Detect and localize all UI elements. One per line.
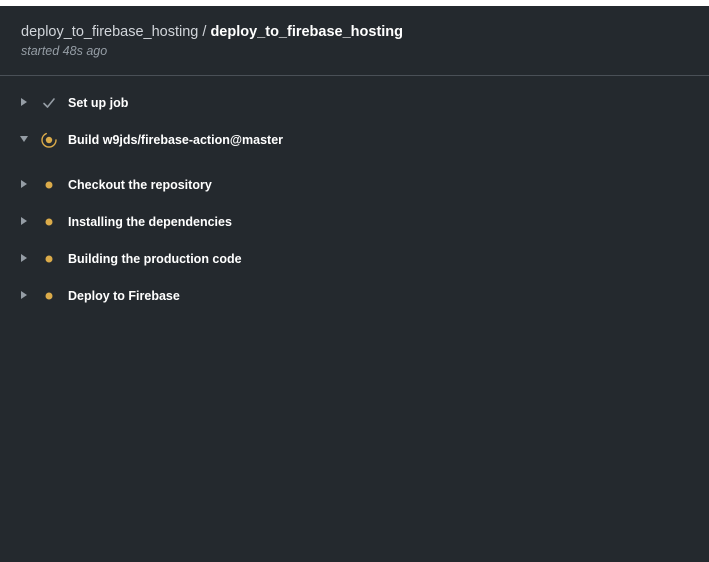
dot-icon bbox=[45, 181, 53, 189]
step-label: Build w9jds/firebase-action@master bbox=[68, 133, 284, 147]
job-log-panel: deploy_to_firebase_hosting / deploy_to_f… bbox=[0, 6, 709, 562]
step-label: Installing the dependencies bbox=[68, 215, 232, 229]
step-build-firebase-action[interactable]: Build w9jds/firebase-action@master bbox=[0, 125, 709, 155]
dot-icon bbox=[45, 218, 53, 226]
job-name: deploy_to_firebase_hosting bbox=[210, 24, 404, 40]
step-label: Set up job bbox=[68, 96, 129, 110]
step-set-up-job[interactable]: Set up job bbox=[0, 88, 709, 118]
step-installing-dependencies[interactable]: Installing the dependencies bbox=[0, 207, 709, 237]
dot-icon bbox=[45, 292, 53, 300]
step-building-production-code[interactable]: Building the production code bbox=[0, 244, 709, 274]
step-deploy-to-firebase[interactable]: Deploy to Firebase bbox=[0, 281, 709, 311]
step-label: Building the production code bbox=[68, 252, 242, 266]
step-checkout-repository[interactable]: Checkout the repository bbox=[0, 170, 709, 200]
workflow-name[interactable]: deploy_to_firebase_hosting bbox=[21, 24, 198, 40]
caret-right-icon[interactable] bbox=[19, 216, 29, 226]
step-label: Checkout the repository bbox=[68, 178, 212, 192]
caret-right-icon[interactable] bbox=[19, 97, 29, 107]
spinner-icon bbox=[41, 132, 57, 148]
job-title: deploy_to_firebase_hosting / deploy_to_f… bbox=[21, 23, 403, 41]
caret-down-icon[interactable] bbox=[19, 134, 29, 144]
step-label: Deploy to Firebase bbox=[68, 289, 180, 303]
check-icon bbox=[43, 98, 55, 108]
job-header: deploy_to_firebase_hosting / deploy_to_f… bbox=[0, 6, 709, 76]
dot-icon bbox=[45, 255, 53, 263]
caret-right-icon[interactable] bbox=[19, 179, 29, 189]
job-started-time: started 48s ago bbox=[21, 44, 108, 58]
caret-right-icon[interactable] bbox=[19, 253, 29, 263]
title-separator: / bbox=[198, 24, 211, 40]
caret-right-icon[interactable] bbox=[19, 290, 29, 300]
